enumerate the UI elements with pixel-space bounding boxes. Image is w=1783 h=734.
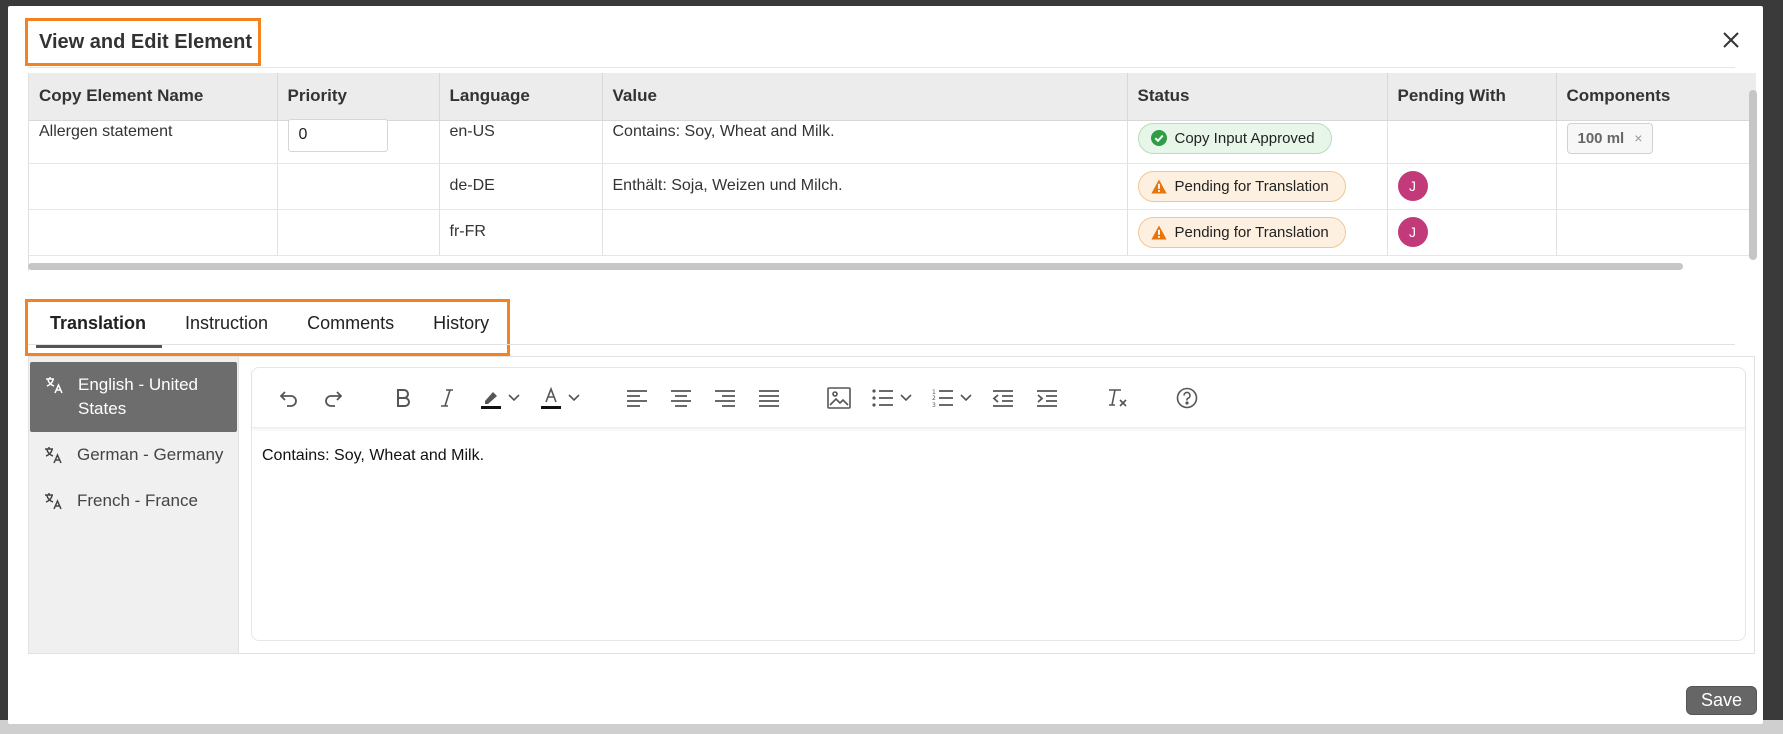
tab-comments[interactable]: Comments xyxy=(293,303,410,348)
image-icon[interactable] xyxy=(824,383,854,413)
align-center-icon[interactable] xyxy=(666,383,696,413)
pending-with-cell xyxy=(1387,120,1557,164)
align-left-icon[interactable] xyxy=(622,383,652,413)
translate-icon xyxy=(44,373,66,397)
components-cell xyxy=(1556,209,1756,256)
translation-panel: English - United States German - Germany… xyxy=(28,356,1755,654)
component-chip-label: 100 ml xyxy=(1577,129,1625,147)
warning-icon xyxy=(1150,225,1167,239)
language-item-fr-fr[interactable]: French - France xyxy=(29,478,238,524)
value-cell: Contains: Soy, Wheat and Milk. xyxy=(602,120,1128,164)
status-text: Pending for Translation xyxy=(1174,223,1329,241)
align-right-icon[interactable] xyxy=(710,383,740,413)
undo-icon[interactable] xyxy=(274,383,304,413)
language-label: English - United States xyxy=(78,375,199,418)
table-row[interactable]: fr-FR Pending for Translation J xyxy=(29,209,1756,256)
priority-cell xyxy=(277,163,440,210)
col-header-name[interactable]: Copy Element Name xyxy=(29,73,278,121)
element-name-cell: Allergen statement xyxy=(29,120,278,164)
check-circle-icon xyxy=(1150,130,1167,146)
close-button[interactable] xyxy=(1717,26,1745,54)
priority-cell xyxy=(277,209,440,256)
indent-icon[interactable] xyxy=(1032,383,1062,413)
translate-icon xyxy=(43,489,65,513)
svg-text:2: 2 xyxy=(932,395,936,402)
table-horizontal-scrollbar[interactable] xyxy=(28,263,1683,270)
font-color-icon[interactable] xyxy=(536,383,566,413)
pending-with-cell: J xyxy=(1387,163,1557,210)
chevron-down-icon[interactable] xyxy=(566,383,582,413)
tab-history[interactable]: History xyxy=(419,303,505,348)
element-name-cell xyxy=(29,209,278,256)
translate-icon xyxy=(43,443,65,467)
avatar[interactable]: J xyxy=(1397,217,1428,247)
status-badge: Copy Input Approved xyxy=(1137,122,1332,154)
svg-text:3: 3 xyxy=(932,402,936,408)
table-vertical-scrollbar[interactable] xyxy=(1749,90,1757,260)
status-cell: Pending for Translation xyxy=(1127,209,1388,256)
language-cell: fr-FR xyxy=(439,209,603,256)
rich-text-editor: 123 Contains: Soy, Wheat and Milk. xyxy=(251,367,1746,641)
close-icon xyxy=(1723,32,1739,48)
clear-format-icon[interactable] xyxy=(1102,383,1132,413)
status-cell: Pending for Translation xyxy=(1127,163,1388,210)
language-cell: en-US xyxy=(439,120,603,164)
col-header-priority[interactable]: Priority xyxy=(277,73,440,121)
col-header-value[interactable]: Value xyxy=(602,73,1128,121)
language-list: English - United States German - Germany… xyxy=(29,357,239,653)
copy-elements-table: Copy Element Name Priority Language Valu… xyxy=(28,73,1756,271)
chevron-down-icon[interactable] xyxy=(958,383,974,413)
col-header-status[interactable]: Status xyxy=(1127,73,1388,121)
status-badge: Pending for Translation xyxy=(1137,216,1346,248)
status-text: Copy Input Approved xyxy=(1174,129,1315,147)
remove-chip-icon[interactable]: × xyxy=(1634,130,1642,146)
element-name-cell xyxy=(29,163,278,210)
status-text: Pending for Translation xyxy=(1174,177,1329,195)
language-item-de-de[interactable]: German - Germany xyxy=(29,432,238,478)
col-header-components[interactable]: Components xyxy=(1556,73,1756,121)
tab-translation[interactable]: Translation xyxy=(36,303,163,348)
priority-input[interactable] xyxy=(287,118,388,152)
bold-icon[interactable] xyxy=(388,383,418,413)
editor-content-area[interactable]: Contains: Soy, Wheat and Milk. xyxy=(252,428,1745,484)
component-chip[interactable]: 100 ml × xyxy=(1566,122,1654,154)
justify-icon[interactable] xyxy=(754,383,784,413)
table-header-row: Copy Element Name Priority Language Valu… xyxy=(29,73,1756,121)
priority-cell xyxy=(277,118,440,164)
tab-bar: Translation Instruction Comments History xyxy=(36,303,514,348)
language-cell: de-DE xyxy=(439,163,603,210)
edit-element-modal: View and Edit Element Copy Element Name … xyxy=(8,6,1763,724)
redo-icon[interactable] xyxy=(318,383,348,413)
title-divider xyxy=(28,67,1735,68)
language-label: German - Germany xyxy=(77,445,224,464)
components-cell: 100 ml × xyxy=(1556,120,1756,164)
status-badge: Pending for Translation xyxy=(1137,170,1346,202)
chevron-down-icon[interactable] xyxy=(898,383,914,413)
warning-icon xyxy=(1150,179,1167,193)
modal-title: View and Edit Element xyxy=(25,18,261,66)
value-cell: Enthält: Soja, Weizen und Milch. xyxy=(602,163,1128,210)
help-icon[interactable] xyxy=(1172,383,1202,413)
value-cell xyxy=(602,209,1128,256)
components-cell xyxy=(1556,163,1756,210)
tab-instruction[interactable]: Instruction xyxy=(171,303,284,348)
status-cell: Copy Input Approved xyxy=(1127,120,1388,164)
editor-toolbar: 123 xyxy=(252,368,1745,428)
tabs-divider xyxy=(28,344,1735,345)
italic-icon[interactable] xyxy=(432,383,462,413)
table-row[interactable]: de-DE Enthält: Soja, Weizen und Milch. P… xyxy=(29,163,1756,210)
save-button[interactable]: Save xyxy=(1686,686,1757,715)
bullet-list-icon[interactable] xyxy=(868,383,898,413)
table-row[interactable]: Allergen statement en-US Contains: Soy, … xyxy=(29,118,1756,164)
chevron-down-icon[interactable] xyxy=(506,383,522,413)
col-header-language[interactable]: Language xyxy=(439,73,603,121)
numbered-list-icon[interactable]: 123 xyxy=(928,383,958,413)
avatar[interactable]: J xyxy=(1397,171,1428,201)
language-label: French - France xyxy=(77,491,198,510)
pending-with-cell: J xyxy=(1387,209,1557,256)
col-header-pending-with[interactable]: Pending With xyxy=(1387,73,1557,121)
language-item-en-us[interactable]: English - United States xyxy=(30,362,237,432)
outdent-icon[interactable] xyxy=(988,383,1018,413)
highlight-icon[interactable] xyxy=(476,383,506,413)
